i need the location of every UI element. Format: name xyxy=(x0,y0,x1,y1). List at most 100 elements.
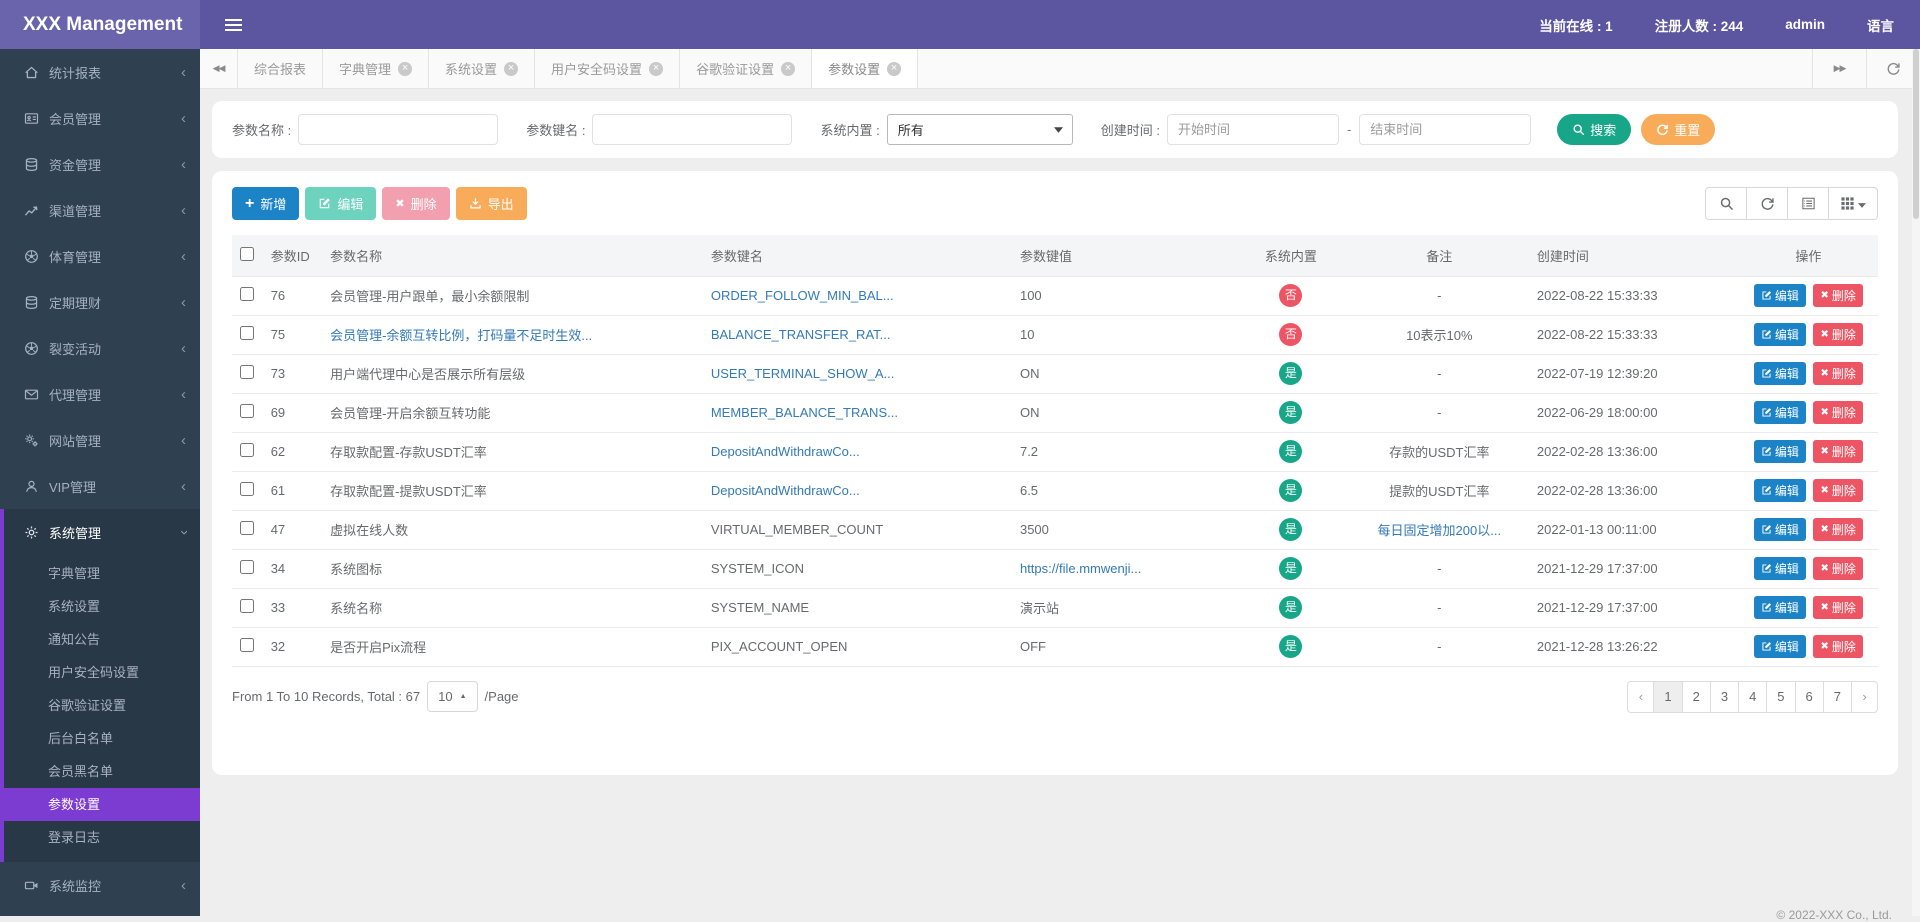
row-checkbox[interactable] xyxy=(240,482,254,496)
tab-close-icon[interactable]: × xyxy=(504,61,519,76)
sidebar-subitem[interactable]: 登录日志 xyxy=(4,821,200,854)
cell-param-key[interactable]: DepositAndWithdrawCo... xyxy=(702,471,1012,511)
reset-button[interactable]: 重置 xyxy=(1641,114,1716,145)
page-button[interactable]: 2 xyxy=(1681,680,1711,713)
sidebar-item[interactable]: 资金管理 ‹ xyxy=(0,141,200,187)
sidebar-subitem[interactable]: 用户安全码设置 xyxy=(4,656,200,689)
export-button[interactable]: 导出 xyxy=(455,187,527,220)
page-size-select[interactable]: 10 ▲ xyxy=(427,681,478,712)
select-all-checkbox[interactable] xyxy=(240,246,254,261)
tab[interactable]: 参数设置 × xyxy=(812,49,919,88)
sidebar-item[interactable]: 会员管理 ‹ xyxy=(0,95,200,141)
tab-close-icon[interactable]: × xyxy=(887,61,902,76)
edit-button[interactable]: 编辑 xyxy=(305,187,377,220)
row-checkbox[interactable] xyxy=(240,287,254,301)
cell-param-name[interactable]: 会员管理-余额互转比例，打码量不足时生效... xyxy=(322,315,703,355)
row-checkbox[interactable] xyxy=(240,326,254,340)
page-button[interactable]: 6 xyxy=(1794,680,1824,713)
row-edit-button[interactable]: 编辑 xyxy=(1753,635,1806,658)
tab[interactable]: 谷歌验证设置 × xyxy=(680,49,813,88)
table-detail-view-button[interactable] xyxy=(1787,187,1829,220)
sidebar-subitem[interactable]: 系统设置 xyxy=(4,590,200,623)
sidebar-subitem[interactable]: 字典管理 xyxy=(4,557,200,590)
row-edit-button[interactable]: 编辑 xyxy=(1753,401,1806,424)
page-button[interactable]: 3 xyxy=(1709,680,1740,713)
builtin-select[interactable]: 所有 xyxy=(886,114,1073,145)
user-menu[interactable]: admin xyxy=(1785,17,1825,32)
sidebar-item[interactable]: 定期理财 ‹ xyxy=(0,279,200,325)
search-button[interactable]: 搜索 xyxy=(1557,114,1632,145)
row-edit-button[interactable]: 编辑 xyxy=(1753,284,1806,307)
row-delete-button[interactable]: ✖ 删除 xyxy=(1813,479,1863,502)
tab-close-icon[interactable]: × xyxy=(781,61,796,76)
row-delete-button[interactable]: ✖ 删除 xyxy=(1813,401,1863,424)
sidebar-item[interactable]: 统计报表 ‹ xyxy=(0,49,200,95)
tab[interactable]: 综合报表 xyxy=(238,49,324,88)
row-delete-button[interactable]: ✖ 删除 xyxy=(1813,557,1863,580)
cell-param-value[interactable]: https://file.mmwenji... xyxy=(1011,549,1233,589)
sidebar-subitem[interactable]: 会员黑名单 xyxy=(4,755,200,788)
sidebar-item[interactable]: 系统监控 ‹ xyxy=(0,862,200,908)
start-time-input[interactable] xyxy=(1166,114,1339,145)
tab[interactable]: 字典管理 × xyxy=(323,49,430,88)
tab[interactable]: 用户安全码设置 × xyxy=(535,49,681,88)
row-edit-button[interactable]: 编辑 xyxy=(1753,323,1806,346)
row-checkbox[interactable] xyxy=(240,560,254,574)
tabs-scroll-left-icon[interactable]: ◀◀ xyxy=(200,49,238,88)
table-columns-button[interactable] xyxy=(1828,187,1878,220)
row-edit-button[interactable]: 编辑 xyxy=(1753,362,1806,385)
cell-param-key[interactable]: DepositAndWithdrawCo... xyxy=(702,432,1012,472)
end-time-input[interactable] xyxy=(1359,114,1532,145)
row-checkbox[interactable] xyxy=(240,404,254,418)
row-delete-button[interactable]: ✖ 删除 xyxy=(1813,440,1863,463)
sidebar-subitem[interactable]: 参数设置 xyxy=(0,788,200,821)
row-checkbox[interactable] xyxy=(240,365,254,379)
cell-param-key[interactable]: ORDER_FOLLOW_MIN_BAL... xyxy=(702,276,1012,316)
row-delete-button[interactable]: ✖ 删除 xyxy=(1813,284,1863,307)
prev-page-button[interactable]: ‹ xyxy=(1627,680,1655,713)
tab-close-icon[interactable]: × xyxy=(649,61,664,76)
row-edit-button[interactable]: 编辑 xyxy=(1753,596,1806,619)
param-name-input[interactable] xyxy=(298,114,499,145)
row-edit-button[interactable]: 编辑 xyxy=(1753,518,1806,541)
cell-param-key[interactable]: MEMBER_BALANCE_TRANS... xyxy=(702,393,1012,433)
sidebar-subitem[interactable]: 后台白名单 xyxy=(4,722,200,755)
page-button[interactable]: 4 xyxy=(1738,680,1768,713)
row-edit-button[interactable]: 编辑 xyxy=(1753,479,1806,502)
vertical-scrollbar[interactable] xyxy=(1912,49,1920,916)
scrollbar-thumb[interactable] xyxy=(1913,49,1919,219)
row-checkbox[interactable] xyxy=(240,443,254,457)
sidebar-item-expanded[interactable]: 系统管理 ‹ xyxy=(4,509,200,555)
tab[interactable]: 系统设置 × xyxy=(429,49,536,88)
tab-close-icon[interactable]: × xyxy=(398,61,413,76)
sidebar-subitem[interactable]: 谷歌验证设置 xyxy=(4,689,200,722)
sidebar-subitem[interactable]: 通知公告 xyxy=(4,623,200,656)
table-search-toggle-button[interactable] xyxy=(1705,187,1747,220)
cell-param-key[interactable]: USER_TERMINAL_SHOW_A... xyxy=(702,354,1012,394)
delete-button[interactable]: ✖ 删除 xyxy=(382,187,450,220)
param-key-input[interactable] xyxy=(592,114,793,145)
hamburger-menu-icon[interactable] xyxy=(225,18,242,21)
sidebar-item[interactable]: 代理管理 ‹ xyxy=(0,371,200,417)
cell-param-key[interactable]: BALANCE_TRANSFER_RAT... xyxy=(702,315,1012,355)
row-delete-button[interactable]: ✖ 删除 xyxy=(1813,362,1863,385)
row-checkbox[interactable] xyxy=(240,638,254,652)
row-edit-button[interactable]: 编辑 xyxy=(1753,557,1806,580)
table-refresh-button[interactable] xyxy=(1746,187,1788,220)
sidebar-item[interactable]: 体育管理 ‹ xyxy=(0,233,200,279)
tabs-scroll-right-icon[interactable]: ▶▶ xyxy=(1812,49,1866,88)
row-delete-button[interactable]: ✖ 删除 xyxy=(1813,323,1863,346)
row-delete-button[interactable]: ✖ 删除 xyxy=(1813,635,1863,658)
page-button[interactable]: 7 xyxy=(1822,680,1852,713)
row-checkbox[interactable] xyxy=(240,521,254,535)
sidebar-item[interactable]: VIP管理 ‹ xyxy=(0,463,200,509)
next-page-button[interactable]: › xyxy=(1851,680,1878,713)
language-menu[interactable]: 语言 xyxy=(1867,15,1894,35)
sidebar-item[interactable]: 网站管理 ‹ xyxy=(0,417,200,463)
page-button[interactable]: 5 xyxy=(1766,680,1796,713)
row-edit-button[interactable]: 编辑 xyxy=(1753,440,1806,463)
sidebar-item[interactable]: 裂变活动 ‹ xyxy=(0,325,200,371)
add-button[interactable]: + 新增 xyxy=(232,187,300,220)
row-delete-button[interactable]: ✖ 删除 xyxy=(1813,518,1863,541)
row-delete-button[interactable]: ✖ 删除 xyxy=(1813,596,1863,619)
